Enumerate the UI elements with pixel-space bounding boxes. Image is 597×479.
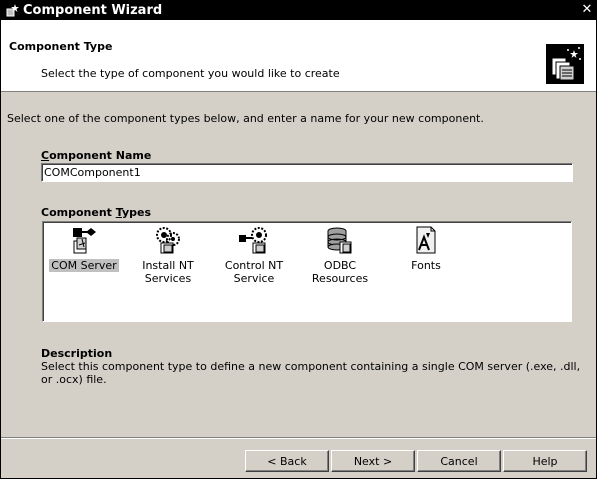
- page-title: Component Type: [9, 40, 113, 53]
- component-types-list[interactable]: COM Server Install NT Services Control N…: [42, 221, 572, 322]
- page-subtitle: Select the type of component you would l…: [41, 67, 340, 80]
- component-types-label: Component Types: [41, 206, 151, 219]
- type-label-line2: Service: [233, 272, 275, 285]
- intro-text: Select one of the component types below,…: [7, 112, 484, 125]
- help-button[interactable]: Help: [503, 450, 587, 472]
- component-name-input[interactable]: [41, 163, 573, 182]
- next-button[interactable]: Next >: [331, 450, 415, 472]
- wizard-header: Component Type Select the type of compon…: [1, 20, 596, 92]
- description-label: Description: [41, 347, 113, 360]
- com-server-icon: [73, 228, 96, 254]
- type-label: COM Server: [49, 259, 119, 272]
- type-label-line1: ODBC: [323, 259, 357, 272]
- type-fonts[interactable]: Fonts: [387, 225, 465, 272]
- type-label-line1: Install NT: [142, 259, 194, 272]
- window-title: Component Wizard: [23, 3, 163, 18]
- component-wizard-window: Component Wizard ✕ Component Type Select…: [0, 0, 597, 479]
- type-label-line2: Resources: [311, 272, 369, 285]
- type-com-server[interactable]: COM Server: [45, 225, 123, 272]
- description-text: Select this component type to define a n…: [41, 360, 581, 386]
- type-install-nt-services[interactable]: Install NT Services: [129, 225, 207, 285]
- type-label-line2: Services: [144, 272, 192, 285]
- type-label-line1: Control NT: [224, 259, 284, 272]
- title-bar[interactable]: Component Wizard ✕: [1, 1, 596, 20]
- wizard-pages-icon: [546, 44, 584, 84]
- control-nt-service-icon: [239, 227, 267, 254]
- component-name-label: Component Name: [41, 149, 152, 162]
- back-button[interactable]: < Back: [245, 450, 329, 472]
- footer-divider-highlight: [1, 438, 596, 439]
- type-label: Fonts: [411, 259, 441, 272]
- type-odbc-resources[interactable]: ODBC Resources: [301, 225, 379, 285]
- type-control-nt-service[interactable]: Control NT Service: [215, 225, 293, 285]
- cancel-button[interactable]: Cancel: [417, 450, 501, 472]
- close-icon[interactable]: ✕: [579, 2, 595, 18]
- odbc-resources-icon: [327, 227, 352, 254]
- wizard-app-icon: [6, 4, 19, 17]
- fonts-icon: [416, 226, 436, 254]
- install-nt-services-icon: [156, 227, 180, 254]
